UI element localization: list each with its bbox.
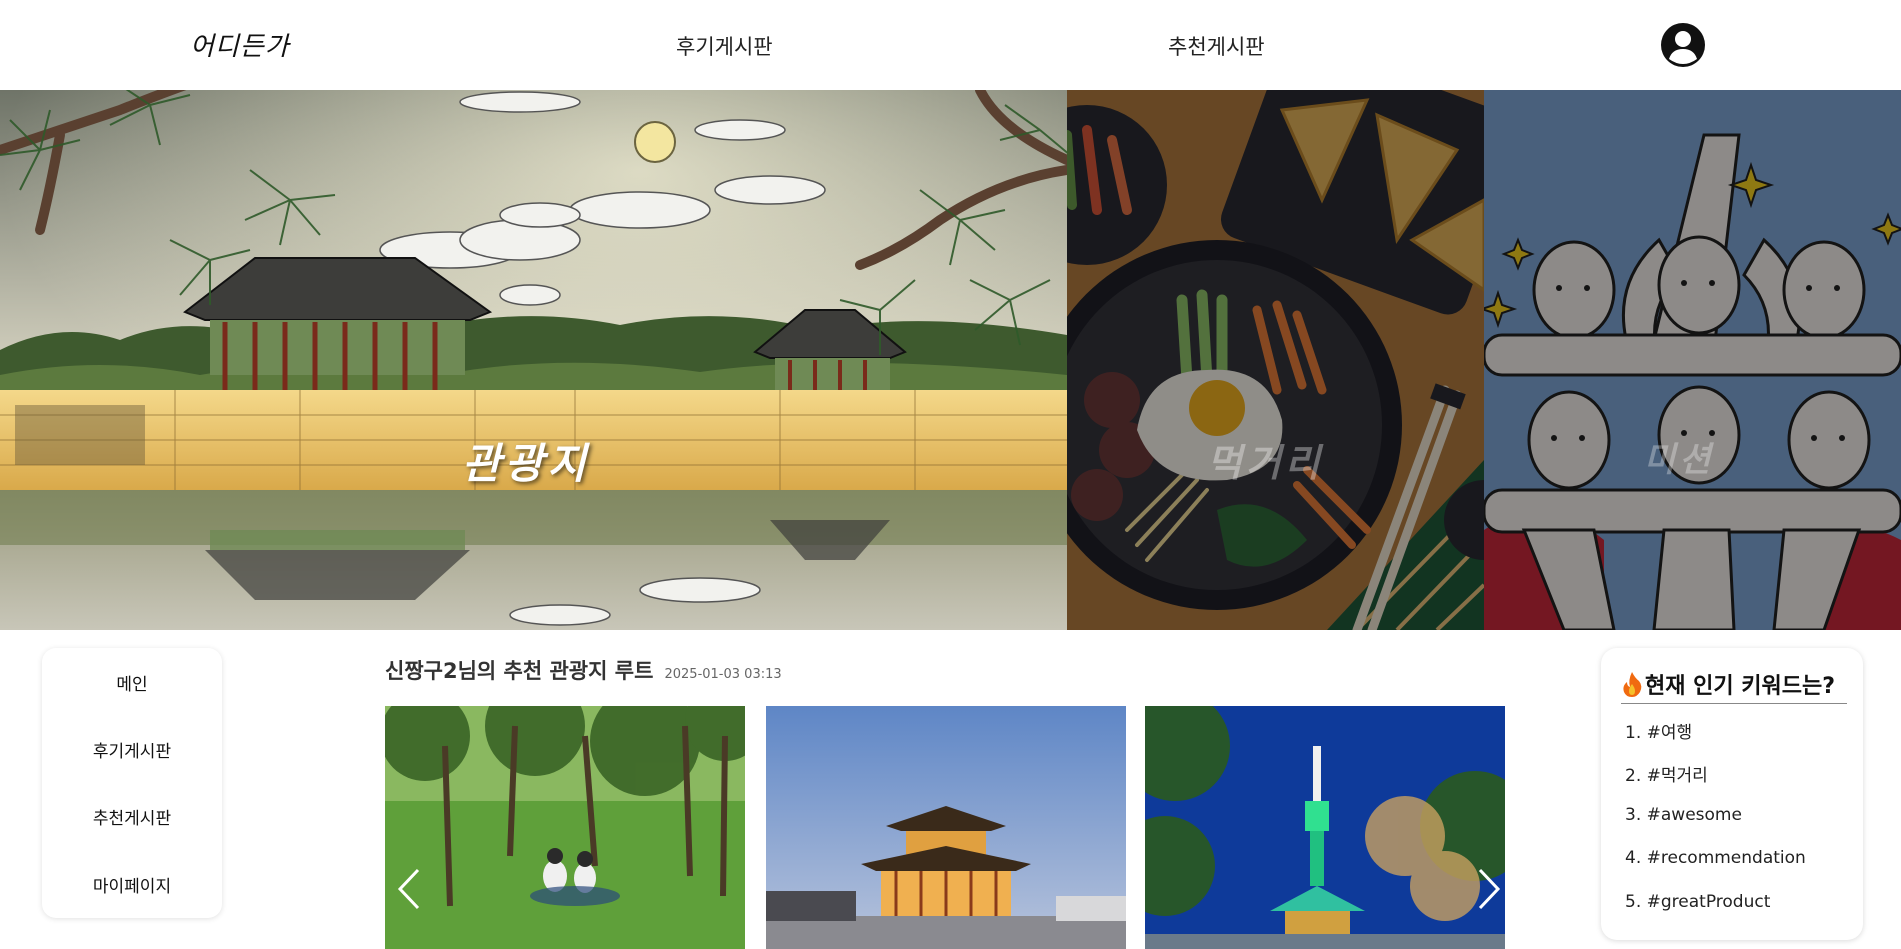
sidebar-item-main[interactable]: 메인	[42, 670, 222, 695]
user-circle-icon[interactable]	[1660, 22, 1706, 68]
bibimbap-illustration	[1067, 90, 1484, 630]
keyword-item[interactable]: 1. #여행	[1625, 718, 1692, 743]
post-header: 신짱구2님의 추천 관광지 루트 2025-01-03 03:13	[385, 655, 782, 685]
side-menu: 메인 후기게시판 추천게시판 마이페이지	[42, 648, 222, 918]
route-photo-tower[interactable]	[1145, 706, 1505, 949]
popular-keywords-panel: 현재 인기 키워드는? 1. #여행 2. #먹거리 3. #awesome 4…	[1601, 648, 1863, 940]
sidebar-item-recommend-board[interactable]: 추천게시판	[42, 804, 222, 829]
keyword-item[interactable]: 3. #awesome	[1625, 805, 1742, 825]
site-logo[interactable]: 어디든가	[190, 26, 290, 63]
sidebar-item-mypage[interactable]: 마이페이지	[42, 872, 222, 897]
post-date: 2025-01-03 03:13	[664, 667, 782, 682]
mission-illustration	[1484, 90, 1901, 630]
keywords-title: 현재 인기 키워드는?	[1645, 674, 1836, 699]
keyword-item[interactable]: 5. #greatProduct	[1625, 892, 1770, 912]
hero-banner: 관광지 먹거리 미션	[0, 90, 1901, 630]
hero-panel-mission[interactable]: 미션	[1484, 90, 1901, 630]
palace-illustration	[0, 90, 1067, 630]
chevron-right-icon[interactable]	[1474, 866, 1504, 912]
hero-label-mission: 미션	[1644, 440, 1715, 480]
sidebar-item-review-board[interactable]: 후기게시판	[42, 737, 222, 762]
hero-label-tourist: 관광지	[462, 439, 590, 488]
chevron-left-icon[interactable]	[394, 866, 424, 912]
keyword-item[interactable]: 2. #먹거리	[1625, 761, 1708, 786]
hero-panel-tourist[interactable]: 관광지	[0, 90, 1067, 630]
top-header: 어디든가 후기게시판 추천게시판	[0, 0, 1901, 90]
keyword-item[interactable]: 4. #recommendation	[1625, 848, 1806, 868]
nav-review-board[interactable]: 후기게시판	[676, 31, 773, 61]
route-photo-palace[interactable]	[766, 706, 1126, 949]
post-title[interactable]: 신짱구2님의 추천 관광지 루트	[385, 659, 653, 683]
hero-panel-food[interactable]: 먹거리	[1067, 90, 1484, 630]
fire-icon	[1623, 672, 1642, 697]
route-photo-park[interactable]	[385, 706, 745, 949]
hero-label-food: 먹거리	[1207, 440, 1324, 485]
keywords-heading: 현재 인기 키워드는?	[1621, 668, 1847, 704]
nav-recommend-board[interactable]: 추천게시판	[1168, 31, 1265, 61]
